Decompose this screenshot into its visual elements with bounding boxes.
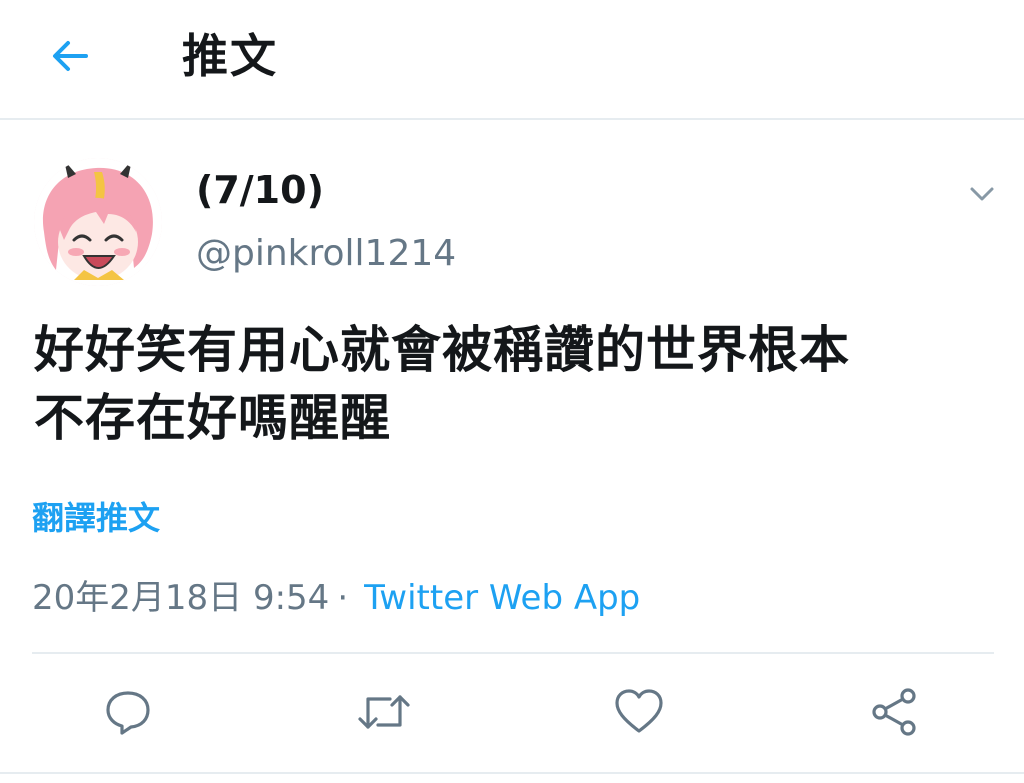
tweet-source-link[interactable]: Twitter Web App — [364, 578, 640, 618]
heart-icon — [615, 689, 663, 733]
avatar[interactable] — [34, 158, 162, 286]
avatar-illustration — [34, 158, 162, 286]
back-button[interactable] — [40, 26, 100, 86]
divider — [32, 652, 994, 654]
chevron-down-icon — [970, 187, 994, 201]
arrow-left-icon — [53, 41, 88, 71]
tweet-detail: (7/10) @pinkroll1214 好好笑有用心就會被稱讚的世界根本 不存… — [0, 122, 1024, 783]
retweet-icon — [358, 695, 410, 729]
share-icon — [872, 688, 916, 736]
tweet-actions — [0, 682, 1024, 752]
translate-tweet-link[interactable]: 翻譯推文 — [32, 496, 160, 540]
tweet-text: 好好笑有用心就會被稱讚的世界根本 不存在好嗎醒醒 — [34, 316, 994, 452]
share-button[interactable] — [864, 682, 924, 742]
top-bar: 推文 — [0, 0, 1024, 120]
retweet-button[interactable] — [354, 682, 414, 742]
page-title: 推文 — [182, 29, 278, 83]
like-button[interactable] — [609, 682, 669, 742]
tweet-meta: 20年2月18日 9:54 · Twitter Web App — [32, 574, 640, 622]
display-name[interactable]: (7/10) — [196, 166, 324, 214]
user-handle[interactable]: @pinkroll1214 — [196, 230, 456, 278]
reply-button[interactable] — [98, 682, 158, 742]
tweet-text-line-1: 好好笑有用心就會被稱讚的世界根本 — [34, 321, 850, 379]
tweet-timestamp[interactable]: 20年2月18日 9:54 — [32, 578, 329, 618]
tweet-menu-button[interactable] — [960, 172, 1004, 216]
tweet-text-line-2: 不存在好嗎醒醒 — [34, 389, 391, 447]
reply-icon — [106, 691, 150, 735]
meta-separator: · — [337, 578, 349, 618]
bottom-divider — [0, 772, 1024, 774]
